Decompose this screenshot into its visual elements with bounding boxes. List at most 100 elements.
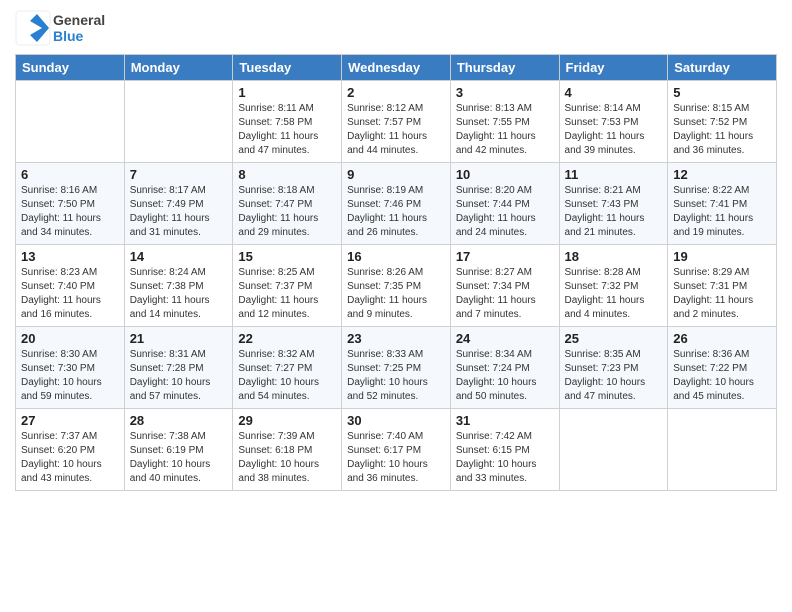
logo-svg bbox=[15, 10, 51, 46]
table-row: 27 Sunrise: 7:37 AM Sunset: 6:20 PM Dayli… bbox=[16, 409, 125, 491]
day-detail: Sunrise: 8:20 AM Sunset: 7:44 PM Dayligh… bbox=[456, 184, 554, 240]
day-number: 20 bbox=[21, 331, 119, 346]
calendar-week-row: 27 Sunrise: 7:37 AM Sunset: 6:20 PM Dayli… bbox=[16, 409, 777, 491]
day-detail: Sunrise: 7:38 AM Sunset: 6:19 PM Dayligh… bbox=[130, 430, 228, 486]
day-number: 1 bbox=[238, 85, 336, 100]
header-monday: Monday bbox=[124, 55, 233, 81]
weekday-header-row: Sunday Monday Tuesday Wednesday Thursday… bbox=[16, 55, 777, 81]
table-row: 30Sunrise: 7:40 AM Sunset: 6:17 PM Dayli… bbox=[342, 409, 451, 491]
day-number: 7 bbox=[130, 167, 228, 182]
table-row: 10 Sunrise: 8:20 AM Sunset: 7:44 PM Dayli… bbox=[450, 163, 559, 245]
day-number: 29 bbox=[238, 413, 336, 428]
day-detail: Sunrise: 8:27 AM Sunset: 7:34 PM Dayligh… bbox=[456, 266, 554, 322]
day-detail: Sunrise: 8:21 AM Sunset: 7:43 PM Dayligh… bbox=[565, 184, 663, 240]
table-row: 3Sunrise: 8:13 AM Sunset: 7:55 PM Daylig… bbox=[450, 81, 559, 163]
table-row bbox=[559, 409, 668, 491]
day-number: 4 bbox=[565, 85, 663, 100]
day-number: 31 bbox=[456, 413, 554, 428]
header-friday: Friday bbox=[559, 55, 668, 81]
day-number: 10 bbox=[456, 167, 554, 182]
logo-general: General bbox=[53, 12, 105, 28]
day-detail: Sunrise: 8:28 AM Sunset: 7:32 PM Dayligh… bbox=[565, 266, 663, 322]
header-wednesday: Wednesday bbox=[342, 55, 451, 81]
calendar-week-row: 20 Sunrise: 8:30 AM Sunset: 7:30 PM Dayli… bbox=[16, 327, 777, 409]
table-row: 20 Sunrise: 8:30 AM Sunset: 7:30 PM Dayli… bbox=[16, 327, 125, 409]
day-number: 16 bbox=[347, 249, 445, 264]
day-number: 21 bbox=[130, 331, 228, 346]
day-detail: Sunrise: 8:31 AM Sunset: 7:28 PM Dayligh… bbox=[130, 348, 228, 404]
table-row: 1 Sunrise: 8:11 AM Sunset: 7:58 PM Daylig… bbox=[233, 81, 342, 163]
day-detail: Sunrise: 8:11 AM Sunset: 7:58 PM Dayligh… bbox=[238, 102, 336, 158]
table-row: 5Sunrise: 8:15 AM Sunset: 7:52 PM Daylig… bbox=[668, 81, 777, 163]
header-tuesday: Tuesday bbox=[233, 55, 342, 81]
day-detail: Sunrise: 7:39 AM Sunset: 6:18 PM Dayligh… bbox=[238, 430, 336, 486]
day-number: 19 bbox=[673, 249, 771, 264]
day-number: 22 bbox=[238, 331, 336, 346]
day-number: 11 bbox=[565, 167, 663, 182]
calendar-week-row: 13 Sunrise: 8:23 AM Sunset: 7:40 PM Dayli… bbox=[16, 245, 777, 327]
table-row: 31 Sunrise: 7:42 AM Sunset: 6:15 PM Dayli… bbox=[450, 409, 559, 491]
day-detail: Sunrise: 8:26 AM Sunset: 7:35 PM Dayligh… bbox=[347, 266, 445, 322]
calendar-week-row: 6Sunrise: 8:16 AM Sunset: 7:50 PM Daylig… bbox=[16, 163, 777, 245]
day-number: 27 bbox=[21, 413, 119, 428]
day-detail: Sunrise: 8:18 AM Sunset: 7:47 PM Dayligh… bbox=[238, 184, 336, 240]
day-detail: Sunrise: 8:12 AM Sunset: 7:57 PM Dayligh… bbox=[347, 102, 445, 158]
day-number: 5 bbox=[673, 85, 771, 100]
table-row: 23 Sunrise: 8:33 AM Sunset: 7:25 PM Dayli… bbox=[342, 327, 451, 409]
header-sunday: Sunday bbox=[16, 55, 125, 81]
day-number: 2 bbox=[347, 85, 445, 100]
page: General Blue Sunday Monday Tuesday Wedne… bbox=[0, 0, 792, 612]
table-row: 6Sunrise: 8:16 AM Sunset: 7:50 PM Daylig… bbox=[16, 163, 125, 245]
day-detail: Sunrise: 8:33 AM Sunset: 7:25 PM Dayligh… bbox=[347, 348, 445, 404]
day-number: 30 bbox=[347, 413, 445, 428]
table-row: 22 Sunrise: 8:32 AM Sunset: 7:27 PM Dayli… bbox=[233, 327, 342, 409]
day-number: 8 bbox=[238, 167, 336, 182]
table-row: 16 Sunrise: 8:26 AM Sunset: 7:35 PM Dayli… bbox=[342, 245, 451, 327]
logo: General Blue bbox=[15, 10, 105, 46]
day-number: 26 bbox=[673, 331, 771, 346]
table-row bbox=[668, 409, 777, 491]
table-row: 15Sunrise: 8:25 AM Sunset: 7:37 PM Dayli… bbox=[233, 245, 342, 327]
table-row: 9 Sunrise: 8:19 AM Sunset: 7:46 PM Daylig… bbox=[342, 163, 451, 245]
table-row: 11 Sunrise: 8:21 AM Sunset: 7:43 PM Dayli… bbox=[559, 163, 668, 245]
table-row: 24 Sunrise: 8:34 AM Sunset: 7:24 PM Dayli… bbox=[450, 327, 559, 409]
calendar-table: Sunday Monday Tuesday Wednesday Thursday… bbox=[15, 54, 777, 491]
table-row: 8 Sunrise: 8:18 AM Sunset: 7:47 PM Daylig… bbox=[233, 163, 342, 245]
table-row: 12Sunrise: 8:22 AM Sunset: 7:41 PM Dayli… bbox=[668, 163, 777, 245]
table-row: 21 Sunrise: 8:31 AM Sunset: 7:28 PM Dayli… bbox=[124, 327, 233, 409]
day-detail: Sunrise: 8:34 AM Sunset: 7:24 PM Dayligh… bbox=[456, 348, 554, 404]
table-row: 28Sunrise: 7:38 AM Sunset: 6:19 PM Dayli… bbox=[124, 409, 233, 491]
table-row: 17Sunrise: 8:27 AM Sunset: 7:34 PM Dayli… bbox=[450, 245, 559, 327]
table-row: 4 Sunrise: 8:14 AM Sunset: 7:53 PM Daylig… bbox=[559, 81, 668, 163]
day-number: 12 bbox=[673, 167, 771, 182]
day-detail: Sunrise: 8:16 AM Sunset: 7:50 PM Dayligh… bbox=[21, 184, 119, 240]
day-detail: Sunrise: 8:36 AM Sunset: 7:22 PM Dayligh… bbox=[673, 348, 771, 404]
day-detail: Sunrise: 8:19 AM Sunset: 7:46 PM Dayligh… bbox=[347, 184, 445, 240]
day-detail: Sunrise: 8:30 AM Sunset: 7:30 PM Dayligh… bbox=[21, 348, 119, 404]
header-saturday: Saturday bbox=[668, 55, 777, 81]
day-detail: Sunrise: 8:23 AM Sunset: 7:40 PM Dayligh… bbox=[21, 266, 119, 322]
day-detail: Sunrise: 7:37 AM Sunset: 6:20 PM Dayligh… bbox=[21, 430, 119, 486]
calendar-week-row: 1 Sunrise: 8:11 AM Sunset: 7:58 PM Daylig… bbox=[16, 81, 777, 163]
day-detail: Sunrise: 8:14 AM Sunset: 7:53 PM Dayligh… bbox=[565, 102, 663, 158]
table-row: 25Sunrise: 8:35 AM Sunset: 7:23 PM Dayli… bbox=[559, 327, 668, 409]
day-detail: Sunrise: 8:32 AM Sunset: 7:27 PM Dayligh… bbox=[238, 348, 336, 404]
table-row: 19 Sunrise: 8:29 AM Sunset: 7:31 PM Dayli… bbox=[668, 245, 777, 327]
day-detail: Sunrise: 8:24 AM Sunset: 7:38 PM Dayligh… bbox=[130, 266, 228, 322]
day-detail: Sunrise: 7:42 AM Sunset: 6:15 PM Dayligh… bbox=[456, 430, 554, 486]
day-detail: Sunrise: 8:17 AM Sunset: 7:49 PM Dayligh… bbox=[130, 184, 228, 240]
day-number: 24 bbox=[456, 331, 554, 346]
table-row: 29 Sunrise: 7:39 AM Sunset: 6:18 PM Dayli… bbox=[233, 409, 342, 491]
table-row bbox=[124, 81, 233, 163]
day-number: 18 bbox=[565, 249, 663, 264]
day-number: 13 bbox=[21, 249, 119, 264]
day-detail: Sunrise: 8:29 AM Sunset: 7:31 PM Dayligh… bbox=[673, 266, 771, 322]
day-number: 25 bbox=[565, 331, 663, 346]
table-row: 13 Sunrise: 8:23 AM Sunset: 7:40 PM Dayli… bbox=[16, 245, 125, 327]
day-detail: Sunrise: 8:13 AM Sunset: 7:55 PM Dayligh… bbox=[456, 102, 554, 158]
logo-container: General Blue bbox=[15, 10, 105, 46]
header-thursday: Thursday bbox=[450, 55, 559, 81]
day-number: 9 bbox=[347, 167, 445, 182]
table-row: 14Sunrise: 8:24 AM Sunset: 7:38 PM Dayli… bbox=[124, 245, 233, 327]
day-number: 23 bbox=[347, 331, 445, 346]
